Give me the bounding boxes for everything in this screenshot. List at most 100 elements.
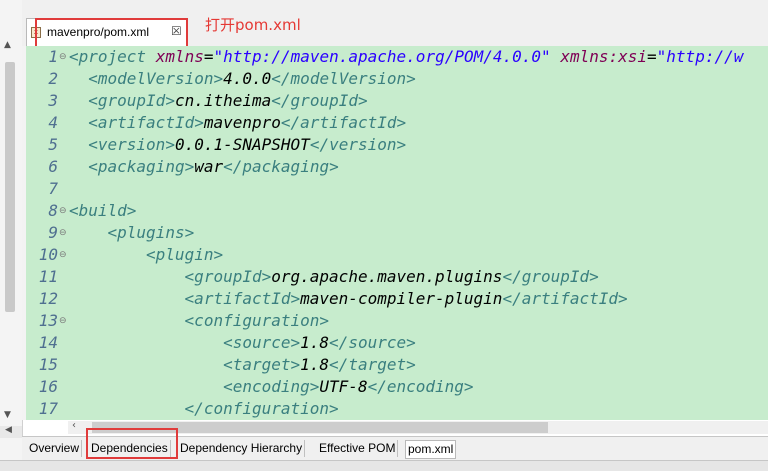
- code-token: <version>: [88, 135, 175, 154]
- code-line[interactable]: 12 <artifactId>maven-compiler-plugin</art…: [22, 288, 768, 310]
- annotation-text: 打开pom.xml: [205, 16, 301, 34]
- code-token: <packaging>: [88, 157, 195, 176]
- code-text: <groupId>cn.itheima</groupId>: [88, 90, 367, 112]
- code-line[interactable]: 5 <version>0.0.1-SNAPSHOT</version>: [22, 134, 768, 156]
- line-number: 8: [48, 201, 58, 220]
- line-number: 2: [48, 69, 58, 88]
- code-token: <plugin>: [146, 245, 224, 264]
- tab-dependency-hierarchy[interactable]: Dependency Hierarchy: [178, 440, 306, 457]
- code-token: </artifactId>: [502, 289, 628, 308]
- code-token: =: [647, 47, 657, 66]
- line-number: 3: [48, 91, 58, 110]
- code-line[interactable]: 10 ⊖ <plugin>: [22, 244, 768, 266]
- code-token: =: [203, 47, 214, 66]
- fold-toggle-icon[interactable]: ⊖: [59, 244, 67, 266]
- code-token: </source>: [329, 333, 416, 352]
- code-token: maven-compiler-plugin: [300, 289, 503, 308]
- code-token: org.apache.maven.plugins: [271, 267, 503, 286]
- fold-toggle-icon[interactable]: ⊖: [59, 222, 67, 244]
- left-view-strip: ▲ ▼ ◀: [0, 0, 23, 470]
- code-token: <configuration>: [184, 311, 330, 330]
- code-text: <modelVersion>4.0.0</modelVersion>: [88, 68, 416, 90]
- code-line[interactable]: 2 <modelVersion>4.0.0</modelVersion>: [22, 68, 768, 90]
- code-line[interactable]: 7: [22, 178, 768, 200]
- code-token: <groupId>: [88, 91, 175, 110]
- code-token: 1.8: [300, 333, 330, 352]
- fold-toggle-icon[interactable]: ⊖: [59, 200, 67, 222]
- code-token: <modelVersion>: [88, 69, 224, 88]
- code-token: <artifactId>: [184, 289, 301, 308]
- vertical-scrollbar-thumb[interactable]: [5, 62, 15, 312]
- fold-toggle-icon[interactable]: ⊖: [59, 46, 67, 68]
- code-token: "http://w: [656, 47, 744, 66]
- fold-toggle-icon[interactable]: ⊖: [59, 310, 67, 332]
- code-line[interactable]: 8 ⊖ <build>: [22, 200, 768, 222]
- line-number: 13: [38, 311, 58, 330]
- code-line[interactable]: 14 <source>1.8</source>: [22, 332, 768, 354]
- code-line[interactable]: 9 ⊖ <plugins>: [22, 222, 768, 244]
- code-token: war: [194, 157, 224, 176]
- code-text: <groupId>org.apache.maven.plugins</group…: [185, 266, 599, 288]
- code-text: <plugin>: [146, 244, 223, 266]
- code-token: 0.0.1-SNAPSHOT: [174, 135, 310, 154]
- code-token: xmlns:xsi: [560, 47, 648, 66]
- code-token: <source>: [223, 333, 301, 352]
- code-token: 1.8: [300, 355, 330, 374]
- code-text: <configuration>: [185, 310, 330, 332]
- code-text: <artifactId>mavenpro</artifactId>: [88, 112, 406, 134]
- code-line[interactable]: 11 <groupId>org.apache.maven.plugins</gro…: [22, 266, 768, 288]
- code-token: </modelVersion>: [271, 69, 416, 88]
- highlight-box-dependencies: [86, 428, 178, 459]
- code-text: <target>1.8</target>: [223, 354, 416, 376]
- scroll-left-icon[interactable]: ◀: [5, 425, 12, 435]
- scroll-down-icon[interactable]: ▼: [4, 410, 16, 420]
- code-text: <artifactId>maven-compiler-plugin</artif…: [185, 288, 628, 310]
- code-token: <build>: [69, 201, 137, 220]
- line-number: 10: [38, 245, 58, 264]
- code-token: </configuration>: [184, 399, 339, 418]
- code-text: </configuration>: [185, 398, 339, 420]
- highlight-box-tab: [35, 18, 188, 49]
- code-token: UTF-8: [319, 377, 368, 396]
- tab-overview[interactable]: Overview: [27, 440, 83, 457]
- code-token: </groupId>: [271, 91, 368, 110]
- code-text: <source>1.8</source>: [223, 332, 416, 354]
- code-token: </artifactId>: [280, 113, 407, 132]
- xml-source-editor[interactable]: 1 ⊖ <project xmlns="http://maven.apache.or…: [22, 46, 768, 420]
- code-line[interactable]: 1 ⊖ <project xmlns="http://maven.apache.or…: [22, 46, 768, 68]
- code-line[interactable]: 15 <target>1.8</target>: [22, 354, 768, 376]
- line-number: 16: [38, 377, 58, 396]
- line-number: 14: [38, 333, 58, 352]
- code-text: <build>: [69, 200, 136, 222]
- code-text: <packaging>war</packaging>: [88, 156, 338, 178]
- code-token: <encoding>: [223, 377, 320, 396]
- line-number: 1: [48, 47, 58, 66]
- tab-pom-xml[interactable]: pom.xml: [405, 440, 457, 459]
- code-line[interactable]: 6 <packaging>war</packaging>: [22, 156, 768, 178]
- code-line[interactable]: 17 </configuration>: [22, 398, 768, 420]
- code-line[interactable]: 13 ⊖ <configuration>: [22, 310, 768, 332]
- line-number: 12: [38, 289, 58, 308]
- code-token: <artifactId>: [88, 113, 204, 132]
- line-number: 17: [38, 399, 58, 418]
- code-token: </groupId>: [502, 267, 599, 286]
- scroll-left-icon[interactable]: ‹: [72, 420, 76, 431]
- code-text: <encoding>UTF-8</encoding>: [223, 376, 473, 398]
- line-number: 6: [48, 157, 58, 176]
- code-token: </packaging>: [223, 157, 339, 176]
- line-number: 15: [38, 355, 58, 374]
- tab-effective-pom[interactable]: Effective POM: [317, 440, 399, 457]
- line-number: 9: [48, 223, 58, 242]
- line-number: 4: [48, 113, 58, 132]
- code-token: <plugins>: [107, 223, 195, 242]
- code-line[interactable]: 3 <groupId>cn.itheima</groupId>: [22, 90, 768, 112]
- bottom-status-strip: [0, 460, 768, 471]
- code-token: xmlns: [155, 47, 204, 66]
- code-token: "http://maven.apache.org/POM/4.0.0": [213, 47, 551, 66]
- code-text: <project xmlns="http://maven.apache.org/…: [69, 46, 743, 68]
- code-line[interactable]: 4 <artifactId>mavenpro</artifactId>: [22, 112, 768, 134]
- code-token: <project: [69, 47, 156, 66]
- scroll-up-icon[interactable]: ▲: [4, 40, 16, 50]
- code-line[interactable]: 16 <encoding>UTF-8</encoding>: [22, 376, 768, 398]
